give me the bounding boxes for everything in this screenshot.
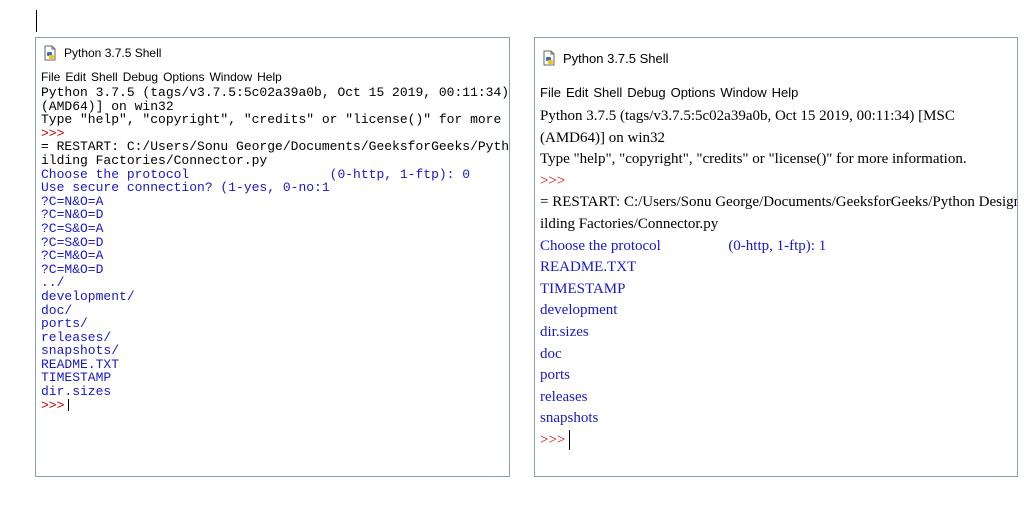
menu-item-edit[interactable]: Edit	[566, 85, 588, 100]
shell-line: snapshots/	[41, 343, 120, 359]
shell-line: Python 3.7.5 (tags/v3.7.5:5c02a39a0b, Oc…	[540, 108, 955, 124]
menu-bar: File Edit Shell Debug Options Window Help	[36, 68, 509, 86]
shell-line: ../	[41, 275, 65, 291]
shell-line: doc/	[41, 302, 73, 318]
text-cursor-mark	[36, 10, 37, 32]
shell-line: = RESTART: C:/Users/Sonu George/Document…	[41, 139, 510, 155]
shell-line: ?C=S&O=D	[41, 234, 104, 250]
shell-line: releases	[540, 388, 588, 405]
prompt: >>>	[540, 431, 566, 448]
shell-output[interactable]: Python 3.7.5 (tags/v3.7.5:5c02a39a0b, Oc…	[36, 86, 509, 412]
python-file-icon	[42, 45, 58, 61]
shell-line: ilding Factories/Connector.py	[41, 152, 268, 168]
shell-line: ilding Factories/Connector.py	[540, 215, 719, 232]
menu-item-edit[interactable]: Edit	[65, 70, 86, 84]
menu-item-help[interactable]: Help	[257, 70, 282, 84]
menu-item-options[interactable]: Options	[671, 85, 716, 100]
shell-line: >>>	[540, 172, 566, 189]
menu-item-file[interactable]: File	[41, 70, 60, 84]
shell-line: TIMESTAMP	[41, 370, 112, 386]
python-shell-window-right[interactable]: Python 3.7.5 Shell File Edit Shell Debug Opt…	[534, 37, 1018, 477]
window-title: Python 3.7.5 Shell	[563, 50, 669, 66]
shell-line: Python 3.7.5 (tags/v3.7.5:5c02a39a0b, Oc…	[41, 85, 510, 100]
menu-item-options[interactable]: Options	[163, 70, 204, 84]
shell-line: ?C=M&O=A	[41, 248, 104, 264]
shell-line: dir.sizes	[41, 384, 112, 400]
shell-line: Choose the protocol (0-http, 1-ftp): 1	[540, 237, 827, 254]
shell-line: ?C=S&O=A	[41, 220, 104, 236]
shell-line: README.TXT	[41, 356, 120, 372]
shell-line: doc	[540, 345, 562, 362]
menu-item-help[interactable]: Help	[772, 85, 799, 100]
window-title: Python 3.7.5 Shell	[64, 46, 162, 60]
shell-line: Type "help", "copyright", "credits" or "…	[540, 151, 967, 168]
shell-line: = RESTART: C:/Users/Sonu George/Document…	[540, 194, 1018, 211]
menu-bar: File Edit Shell Debug Options Window Help	[535, 78, 1017, 106]
python-file-icon	[541, 50, 557, 66]
shell-line: snapshots	[540, 410, 599, 427]
shell-line: Use secure connection? (1-yes, 0-no:1	[41, 180, 330, 196]
input-caret	[569, 430, 571, 451]
shell-line: Choose the protocol (0-http, 1-ftp): 0	[41, 166, 471, 182]
prompt: >>>	[41, 397, 65, 413]
shell-line: Type "help", "copyright", "credits" or "…	[41, 112, 502, 128]
menu-item-debug[interactable]: Debug	[627, 85, 665, 100]
menu-item-file[interactable]: File	[540, 85, 561, 100]
python-shell-window-left[interactable]: Python 3.7.5 Shell File Edit Shell Debug Opt…	[35, 37, 510, 477]
shell-output[interactable]: Python 3.7.5 (tags/v3.7.5:5c02a39a0b, Oc…	[535, 106, 1017, 452]
shell-line: ?C=N&O=A	[41, 193, 104, 209]
menu-item-window[interactable]: Window	[209, 70, 252, 84]
menu-item-window[interactable]: Window	[720, 85, 766, 100]
shell-line: releases/	[41, 329, 112, 345]
title-bar[interactable]: Python 3.7.5 Shell	[535, 38, 1017, 78]
shell-line: development/	[41, 288, 135, 304]
shell-line: TIMESTAMP	[540, 280, 626, 297]
shell-line: ports/	[41, 316, 88, 332]
shell-line: >>>	[41, 125, 65, 141]
title-bar[interactable]: Python 3.7.5 Shell	[36, 38, 509, 68]
shell-line: ports	[540, 367, 570, 384]
menu-item-debug[interactable]: Debug	[123, 70, 158, 84]
shell-prompt-line[interactable]: >>>	[540, 430, 1017, 452]
shell-line: (AMD64)] on win32	[41, 98, 174, 114]
shell-line: ?C=N&O=D	[41, 207, 104, 223]
menu-item-shell[interactable]: Shell	[593, 85, 622, 100]
shell-line: README.TXT	[540, 259, 637, 276]
shell-line: dir.sizes	[540, 323, 589, 340]
menu-item-shell[interactable]: Shell	[91, 70, 118, 84]
input-caret	[68, 399, 70, 412]
shell-line: (AMD64)] on win32	[540, 129, 665, 146]
shell-prompt-line[interactable]: >>>	[41, 397, 509, 413]
shell-line: ?C=M&O=D	[41, 261, 104, 277]
shell-line: development	[540, 302, 618, 319]
